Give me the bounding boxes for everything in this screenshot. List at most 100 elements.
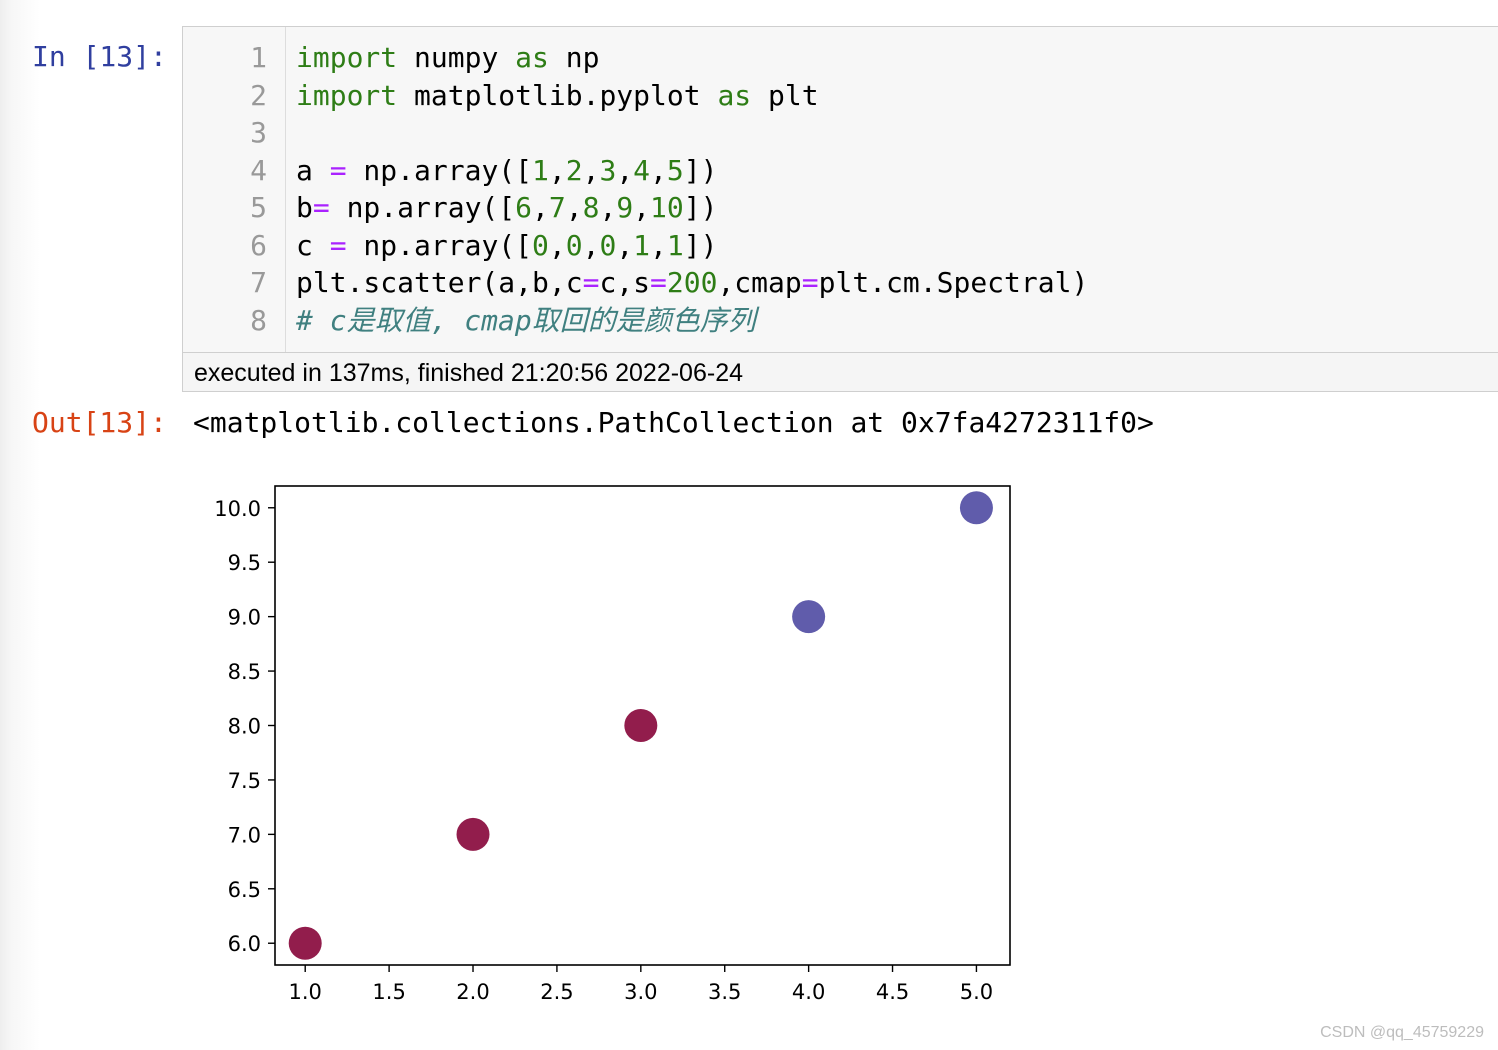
watermark: CSDN @qq_45759229: [1320, 1024, 1484, 1041]
code-token: 1: [532, 153, 549, 187]
code-line[interactable]: import matplotlib.pyplot as plt: [296, 77, 819, 114]
code-token: np.array([: [346, 153, 533, 187]
y-tick-label: 7.5: [228, 769, 261, 793]
code-token: =: [650, 266, 667, 299]
code-token: ]): [683, 153, 718, 187]
code-token: numpy: [397, 41, 516, 74]
code-token: =: [329, 153, 347, 187]
code-token: plt.scatter(a,b,c: [296, 266, 583, 299]
code-line[interactable]: # c是取值, cmap取回的是颜色序列: [296, 302, 756, 339]
line-number: 3: [250, 116, 267, 149]
code-token: a: [296, 153, 330, 187]
x-tick-label: 1.0: [289, 980, 322, 1004]
code-token: plt: [751, 78, 819, 112]
code-token: ,: [548, 228, 566, 262]
code-token: =: [801, 266, 819, 299]
code-token: 5: [666, 153, 684, 187]
y-tick-label: 8.5: [228, 660, 261, 684]
code-line[interactable]: b= np.array([6,7,8,9,10]): [296, 189, 717, 226]
code-token: 0: [565, 228, 583, 262]
code-token: import: [296, 78, 398, 112]
code-token: ,: [599, 191, 617, 224]
line-number: 4: [250, 153, 267, 187]
code-token: ,: [616, 153, 634, 187]
scatter-point: [624, 709, 658, 742]
code-token: ,: [582, 228, 600, 262]
code-token: 6: [515, 191, 533, 224]
code-token: ]): [683, 228, 718, 262]
y-tick-label: 9.5: [228, 551, 261, 575]
code-line[interactable]: a = np.array([1,2,3,4,5]): [296, 152, 717, 189]
code-cell-editor[interactable]: 12345678 import numpy as np import matplo…: [182, 26, 1498, 352]
code-token: 10: [650, 191, 684, 224]
code-token: np.array([: [329, 191, 516, 224]
code-token: # c是取值, cmap取回的是颜色序列: [296, 303, 756, 337]
x-tick-label: 4.5: [876, 980, 909, 1004]
y-tick-label: 8.0: [228, 715, 261, 739]
code-token: 0: [599, 228, 617, 262]
y-tick-label: 6.0: [228, 932, 261, 956]
code-token: =: [582, 266, 600, 299]
code-token: ,: [616, 228, 634, 262]
code-token: as: [717, 78, 752, 112]
code-token: b: [296, 191, 313, 224]
line-number-gutter: 1 2 3 4 5 6 7 8: [183, 27, 286, 352]
y-tick-label: 7.0: [228, 823, 261, 847]
code-token: ]): [683, 191, 718, 224]
code-token: ,: [582, 153, 600, 187]
code-token: =: [329, 228, 347, 262]
code-token: 200: [666, 266, 718, 299]
code-token: ,: [650, 153, 667, 187]
y-tick-label: 9.0: [228, 606, 261, 630]
x-tick-label: 1.5: [372, 980, 405, 1004]
code-token: import: [296, 41, 398, 74]
line-number: 5: [250, 191, 267, 224]
code-token: ,cmap: [717, 266, 802, 299]
code-token: plt.cm.Spectral): [818, 266, 1089, 299]
line-number: 1: [250, 41, 267, 74]
code-token: 1: [633, 228, 651, 262]
x-tick-label: 3.5: [708, 980, 741, 1004]
x-tick-label: 3.0: [624, 980, 657, 1004]
code-token: 0: [532, 228, 549, 262]
code-line[interactable]: import numpy as np: [296, 39, 599, 76]
scatter-point: [959, 491, 993, 525]
code-token: as: [515, 41, 549, 74]
code-token: 2: [565, 153, 583, 187]
code-token: 3: [599, 153, 617, 187]
code-token: 1: [666, 228, 684, 262]
code-token: 8: [582, 191, 600, 224]
scatter-point: [792, 600, 826, 634]
line-number: 2: [250, 78, 267, 112]
line-number: 8: [250, 303, 267, 337]
code-token: 7: [548, 191, 566, 224]
code-line[interactable]: c = np.array([0,0,0,1,1]): [296, 227, 717, 264]
code-token: c,s: [599, 266, 651, 299]
y-tick-label: 10.0: [214, 497, 261, 521]
x-tick-label: 2.5: [540, 980, 573, 1004]
scatter-point: [456, 817, 490, 851]
code-token: ,: [633, 191, 651, 224]
code-token: np.array([: [346, 228, 533, 262]
x-tick-label: 4.0: [792, 980, 825, 1004]
scatter-plot-output: 1.0 1.5 2.0 2.5 3.0 3.5 4.0 4.5 5.0 6.0 6.5 7.0 7.5 8…: [180, 470, 1040, 1034]
x-tick-label: 2.0: [456, 980, 489, 1004]
y-tick-label: 6.5: [228, 878, 261, 902]
scatter-point: [288, 926, 322, 960]
code-token: ,: [565, 191, 583, 224]
code-line[interactable]: plt.scatter(a,b,c=c,s=200,cmap=plt.cm.Sp…: [296, 264, 1088, 301]
input-prompt: In [13]:: [32, 40, 167, 73]
code-token: ,: [548, 153, 566, 187]
output-repr-text: <matplotlib.collections.PathCollection a…: [193, 406, 1154, 439]
code-token: matplotlib.pyplot: [397, 78, 718, 112]
code-token: ,: [532, 191, 549, 224]
line-number: 6: [250, 228, 267, 262]
line-number: 7: [250, 266, 267, 299]
execution-info-bar: executed in 137ms, finished 21:20:56 202…: [182, 352, 1498, 392]
notebook-left-margin: [0, 0, 182, 1050]
code-token: 4: [633, 153, 651, 187]
scatter-chart: 1.0 1.5 2.0 2.5 3.0 3.5 4.0 4.5 5.0 6.0 6.5 7.0 7.5 8…: [214, 485, 1011, 1004]
code-token: np: [548, 41, 600, 74]
x-tick-label: 5.0: [960, 980, 993, 1004]
code-token: ,: [650, 228, 667, 262]
